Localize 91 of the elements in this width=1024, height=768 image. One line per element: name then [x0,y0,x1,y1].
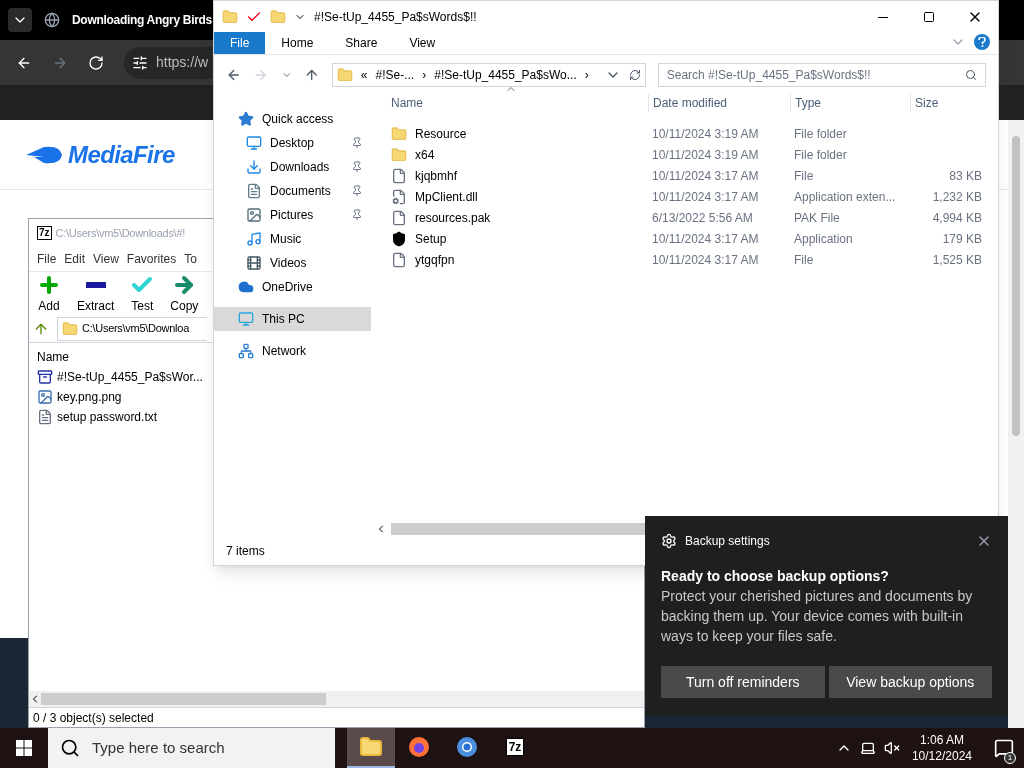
file-name: kjqbmhf [415,167,458,185]
taskbar-app[interactable]: 7z [491,728,539,768]
size-cell-text: 4,994 KB [932,209,982,227]
size-cell-text: 179 KB [942,230,982,248]
type-cell-text: File folder [793,146,848,164]
nav-item[interactable]: Music [214,227,371,251]
file-name: resources.pak [415,209,491,227]
notification-source: Backup settings [685,533,771,550]
menu-item[interactable]: View [93,250,119,268]
type-cell-text: Application [793,230,854,248]
ribbon-tab[interactable]: Home [265,32,330,54]
taskbar-search-field[interactable]: Type here to search [48,728,335,768]
address-field[interactable]: https://w [124,46,212,79]
date-cell-text: 10/11/2024 3:17 AM [651,188,760,206]
ribbon-tab[interactable]: View [393,32,452,54]
breadcrumb-item[interactable]: « [360,66,368,84]
file-row[interactable]: resources.pak 6/13/2022 5:56 AM PAK File 4,994 KB [387,207,990,228]
notification-heading: Ready to choose backup options? [661,567,890,586]
breadcrumb-item[interactable]: › [422,66,427,84]
size-cell-text: 1,525 KB [932,251,982,269]
type-cell-text: File [793,167,815,185]
menu-item[interactable]: To [184,250,197,268]
status-text: 0 / 3 object(s) selected [33,709,154,727]
file-name: MpClient.dll [415,188,478,206]
toolbar-button[interactable]: Add [33,272,65,315]
file-row[interactable]: Resource 10/11/2024 3:19 AM File folder [387,123,990,144]
size-cell-text: 1,232 KB [932,188,982,206]
nav-item[interactable]: Documents [214,179,371,203]
file-row[interactable]: key.png.png [37,387,122,407]
notification-button[interactable]: View backup options [828,666,992,698]
nav-item[interactable]: Downloads [214,155,371,179]
type-cell-text: PAK File [793,209,841,227]
file-name: Resource [415,125,467,143]
date-cell-text: 10/11/2024 3:19 AM [651,125,760,143]
file-row[interactable]: Setup 10/11/2024 3:17 AM Application 179 KB [387,228,990,249]
column-header[interactable]: Name [37,347,197,367]
window-title: #!Se-tUp_4455_Pa$sWords$!! [314,9,477,26]
nav-item[interactable]: OneDrive [214,275,371,299]
file-row[interactable]: setup password.txt [37,407,158,427]
nav-item[interactable]: Desktop [214,131,371,155]
file-name: x64 [415,146,435,164]
column-header[interactable]: Type [790,94,910,112]
site-logo[interactable]: MediaFire [24,136,175,173]
date-cell-text: 10/11/2024 3:19 AM [651,146,760,164]
type-cell-text: File [793,251,815,269]
address-field[interactable]: « #!Se-... › #!Se-tUp_4455_Pa$sWo... › [331,63,646,87]
nav-item[interactable]: Pictures [214,203,371,227]
file-row[interactable]: ytgqfpn 10/11/2024 3:17 AM File 1,525 KB [387,249,990,270]
toolbar-button[interactable]: Copy [166,272,203,315]
notification-count: 1 [1004,752,1016,764]
toolbar-button[interactable]: Extract [73,272,119,315]
column-header[interactable]: Size [910,94,986,112]
nav-item[interactable]: Quick access [214,107,371,131]
file-row[interactable]: kjqbmhf 10/11/2024 3:17 AM File 83 KB [387,165,990,186]
menu-item[interactable]: File [37,250,57,268]
app-logo: 7z [505,738,525,756]
date-cell-text: 10/11/2024 3:17 AM [651,230,760,248]
ribbon-tab[interactable]: Share [329,32,394,54]
menu-item[interactable]: Edit [64,250,86,268]
type-cell-text: File folder [793,125,848,143]
breadcrumb-item[interactable]: #!Se-... [375,66,415,84]
file-row[interactable]: x64 10/11/2024 3:19 AM File folder [387,144,990,165]
date-cell-text: 10/11/2024 3:17 AM [651,251,760,269]
type-cell-text: Application exten... [793,188,897,206]
window-title: C:\Users\vm5\Downloads\#! [55,225,185,241]
nav-item[interactable]: Videos [214,251,371,275]
nav-item[interactable]: This PC [214,307,371,331]
nav-item[interactable]: Network [214,339,371,363]
breadcrumb-item[interactable]: #!Se-tUp_4455_Pa$sWo... [434,66,577,84]
menu-item[interactable]: Favorites [126,250,177,268]
file-name: ytgqfpn [415,251,455,269]
path-field[interactable]: C:\Users\vm5\Downloa [57,316,207,341]
breadcrumb-item[interactable]: › [584,66,589,84]
notification-body: Protect your cherished pictures and documents by backing them up. Your device comes with built-in ways to keep your files safe. [661,587,974,646]
clock[interactable]: 1:06 AM 10/12/2024 [911,732,972,764]
tab-title[interactable]: Downloading Angry Birds [72,11,212,29]
file-row[interactable]: MpClient.dll 10/11/2024 3:17 AM Application exten... 1,232 KB [387,186,990,207]
notification-button[interactable]: Turn off reminders [661,666,825,698]
column-header[interactable]: Name [387,94,648,112]
column-header[interactable]: Date modified [648,94,790,112]
date-cell-text: 6/13/2022 5:56 AM [651,209,754,227]
toolbar-button[interactable]: Test [126,272,159,315]
ribbon-tab[interactable]: File [214,32,266,54]
search-field[interactable]: Search #!Se-tUp_4455_Pa$sWords$!! [657,63,986,87]
file-row[interactable]: #!Se-tUp_4455_Pa$sWor... [37,367,203,387]
size-cell-text: 83 KB [949,167,982,185]
status-text: 7 items [226,543,265,560]
action-center-button[interactable]: 1 [984,728,1024,768]
app-logo: 7z [37,226,52,240]
file-name: Setup [415,230,447,248]
date-cell-text: 10/11/2024 3:17 AM [651,167,760,185]
